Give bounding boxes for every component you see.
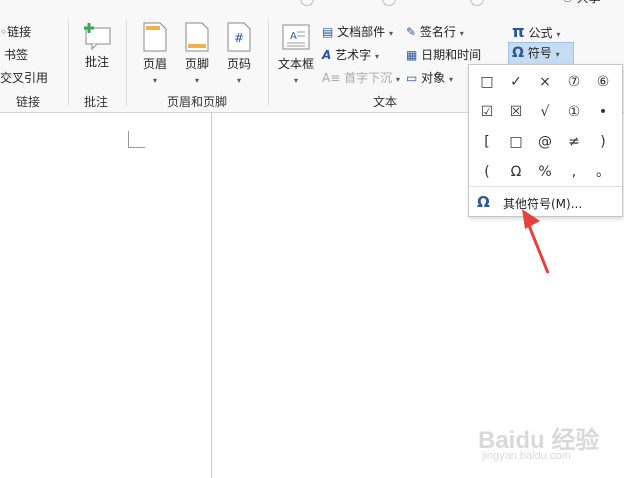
symbol-at[interactable]: @ xyxy=(531,129,559,155)
symbol-circled-one[interactable]: ① xyxy=(560,99,588,125)
dropcap-button[interactable]: A≡ 首字下沉 ▾ xyxy=(322,68,400,88)
quick-parts-label: 文档部件 xyxy=(337,25,386,39)
comment-label: 批注 xyxy=(84,55,109,69)
share-button[interactable]: ⚇ 共享 xyxy=(562,0,601,8)
page-number-button[interactable]: # 页码 ▾ xyxy=(222,22,256,86)
chevron-down-icon: ▾ xyxy=(152,76,157,85)
symbol-percent[interactable]: % xyxy=(531,159,559,185)
header-icon xyxy=(143,22,167,52)
chevron-down-icon: ▾ xyxy=(556,30,561,39)
equation-label: 公式 xyxy=(528,26,553,40)
symbol-box[interactable]: □ xyxy=(473,69,501,95)
symbol-crossed-box[interactable]: ☒ xyxy=(502,99,530,125)
chevron-down-icon: ▾ xyxy=(389,29,394,38)
header-label: 页眉 xyxy=(142,57,167,71)
symbol-bracket[interactable]: [ xyxy=(473,129,501,155)
calendar-icon: ▦ xyxy=(406,48,418,62)
symbol-check[interactable]: ✓ xyxy=(502,69,530,95)
signature-icon: ✎ xyxy=(406,25,417,39)
footer-icon xyxy=(185,22,209,52)
bookmark-label: 书签 xyxy=(4,48,29,62)
equation-button[interactable]: π 公式 ▾ xyxy=(512,22,560,42)
circle-icon xyxy=(300,0,314,6)
symbol-dropdown: □ ✓ × ⑦ ⑥ ☑ ☒ √ ① •[□ @ ≠)(Ω%,。 Ω 其他符号(M)... xyxy=(468,64,623,217)
symbol-checked-box[interactable]: ☑ xyxy=(473,99,501,125)
page-number-label: 页码 xyxy=(226,57,251,71)
chevron-down-icon: ▾ xyxy=(194,76,199,85)
comment-button[interactable]: 批注 xyxy=(78,22,116,70)
margin-corner-mark xyxy=(128,131,145,148)
links-group-label: 链接 xyxy=(15,95,40,109)
header-button[interactable]: 页眉 ▾ xyxy=(138,22,172,86)
textbox-button[interactable]: A 文本框 ▾ xyxy=(276,22,316,86)
link-button[interactable]: ◦链接 xyxy=(0,22,31,42)
annotation-arrow xyxy=(522,209,550,274)
symbol-six[interactable]: ⑥ xyxy=(589,69,617,95)
share-label: 共享 xyxy=(577,0,601,5)
symbol-label: 符号 xyxy=(527,46,552,60)
quick-parts-icon: ▤ xyxy=(322,25,334,39)
person-icon: ⚇ xyxy=(562,0,573,5)
signature-label: 签名行 xyxy=(419,25,456,39)
datetime-label: 日期和时间 xyxy=(421,48,482,62)
dropcap-label: 首字下沉 xyxy=(344,71,393,85)
circle-icon xyxy=(470,0,484,6)
signature-line-button[interactable]: ✎ 签名行 ▾ xyxy=(406,22,464,42)
quick-parts-button[interactable]: ▤ 文档部件 ▾ xyxy=(322,22,393,42)
dropcap-icon: A≡ xyxy=(322,71,341,85)
textbox-label: 文本框 xyxy=(277,57,314,71)
page-number-icon: # xyxy=(227,22,251,52)
pi-icon: π xyxy=(512,22,525,41)
chevron-down-icon: ▾ xyxy=(459,29,464,38)
footer-button[interactable]: 页脚 ▾ xyxy=(180,22,214,86)
chevron-down-icon: ▾ xyxy=(374,52,379,61)
object-icon: ▭ xyxy=(406,71,418,85)
symbol-paren-close[interactable]: ) xyxy=(589,129,617,155)
page-edge xyxy=(211,112,212,478)
symbol-paren-open[interactable]: ( xyxy=(473,159,501,185)
symbol-seven[interactable]: ⑦ xyxy=(560,69,588,95)
datetime-button[interactable]: ▦ 日期和时间 xyxy=(406,45,481,65)
cross-reference-label: 交叉引用 xyxy=(0,71,49,85)
symbol-not-equal[interactable]: ≠ xyxy=(560,129,588,155)
wordart-icon: A xyxy=(322,48,332,62)
header-footer-group-label: 页眉和页脚 xyxy=(166,95,227,109)
footer-label: 页脚 xyxy=(184,57,209,71)
bookmark-button[interactable]: 书签 xyxy=(0,45,28,65)
link-label: 链接 xyxy=(7,25,32,39)
svg-text:#: # xyxy=(234,31,244,45)
chevron-down-icon: ▾ xyxy=(293,76,298,85)
omega-icon: Ω xyxy=(477,193,490,211)
wordart-label: 艺术字 xyxy=(335,48,372,62)
chevron-down-icon: ▾ xyxy=(236,76,241,85)
separator xyxy=(268,20,269,106)
text-group-label: 文本 xyxy=(372,95,397,109)
separator xyxy=(126,20,127,106)
symbol-cross[interactable]: × xyxy=(531,69,559,95)
textbox-icon: A xyxy=(282,24,310,50)
svg-text:A: A xyxy=(290,31,297,42)
omega-icon: Ω xyxy=(512,45,524,61)
symbol-bullet[interactable]: • xyxy=(589,99,617,125)
comments-group-label: 批注 xyxy=(83,95,108,109)
symbol-button-content[interactable]: Ω 符号 ▾ xyxy=(512,43,560,63)
object-label: 对象 xyxy=(421,71,446,85)
symbol-comma[interactable]: , xyxy=(560,159,588,185)
comment-icon xyxy=(84,23,111,51)
chevron-down-icon: ▾ xyxy=(395,75,400,84)
symbol-box[interactable]: □ xyxy=(502,129,530,155)
symbol-full-stop[interactable]: 。 xyxy=(589,159,617,185)
chevron-down-icon: ▾ xyxy=(555,50,560,59)
wordart-button[interactable]: A 艺术字 ▾ xyxy=(322,45,379,65)
chevron-down-icon: ▾ xyxy=(449,75,454,84)
symbol-radical[interactable]: √ xyxy=(531,99,559,125)
watermark-url: jingyan.baidu.com xyxy=(482,450,571,462)
cross-reference-button[interactable]: 交叉引用 xyxy=(0,68,48,88)
object-button[interactable]: ▭ 对象 ▾ xyxy=(406,68,453,88)
symbol-omega[interactable]: Ω xyxy=(502,159,530,185)
circle-icon xyxy=(382,0,396,6)
